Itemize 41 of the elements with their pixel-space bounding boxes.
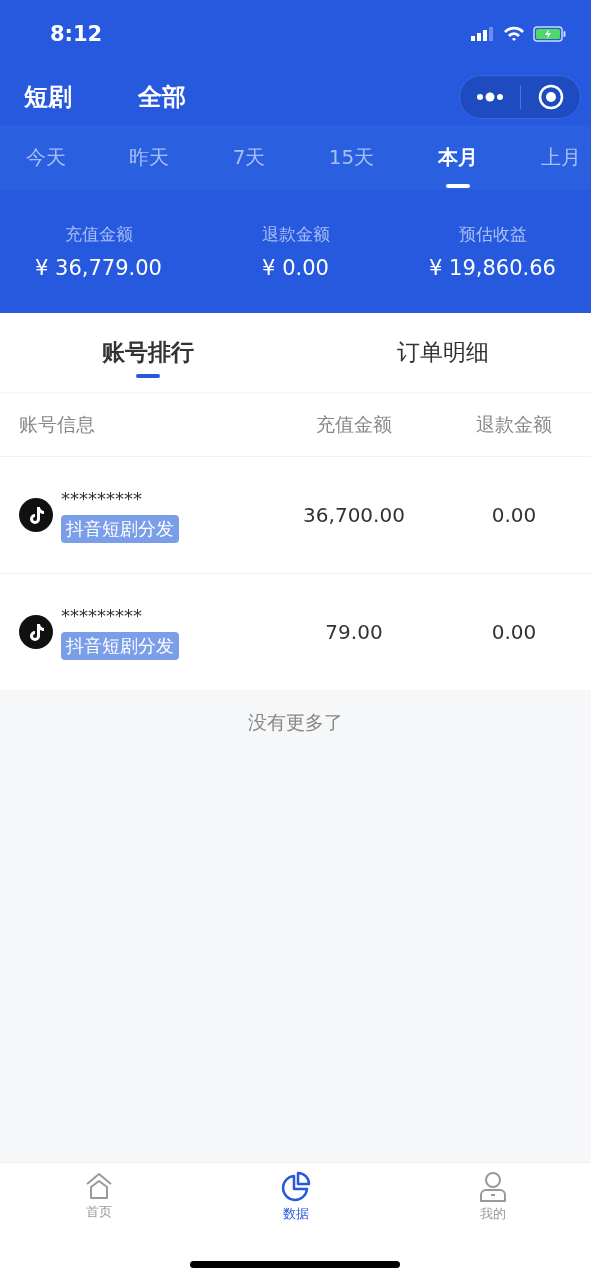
user-icon — [477, 1171, 508, 1203]
music-note-icon — [19, 615, 53, 649]
app-title: 短剧 — [24, 81, 72, 113]
status-time: 8:12 — [50, 22, 103, 46]
refund-amount: 0.00 — [490, 620, 538, 644]
period-tab[interactable]: 上月 — [541, 125, 581, 190]
column-header: 账号信息 — [19, 412, 96, 437]
battery-icon — [533, 25, 567, 43]
column-header: 退款金额 — [475, 412, 553, 437]
music-note-icon — [19, 498, 53, 532]
section-tab[interactable]: 账号排行 — [0, 313, 296, 392]
section-tab[interactable]: 订单明细 — [295, 313, 591, 392]
period-tab[interactable]: 本月 — [437, 125, 478, 190]
refund-amount: 0.00 — [490, 503, 538, 527]
nav-item[interactable]: 我的 — [394, 1163, 591, 1241]
recharge-amount: 36,700.00 — [302, 503, 406, 527]
summary-value: ¥ 36,779.00 — [35, 256, 162, 280]
end-note: 没有更多了 — [248, 710, 343, 735]
recharge-amount: 79.00 — [324, 620, 384, 644]
nav-item[interactable]: 数据 — [197, 1163, 394, 1241]
nav-item[interactable]: 首页 — [0, 1163, 197, 1241]
period-tab[interactable]: 昨天 — [129, 125, 170, 190]
wifi-icon — [503, 26, 525, 42]
account-name: ********* — [61, 487, 142, 509]
account-tag: 抖音短剧分发 — [61, 631, 179, 660]
summary-value: ¥ 19,860.66 — [429, 256, 556, 280]
signal-icon — [471, 26, 495, 42]
close-target-icon[interactable] — [537, 83, 564, 110]
summary-value: ¥ 0.00 — [262, 256, 329, 280]
period-tab[interactable]: 7天 — [232, 125, 266, 190]
period-tab[interactable]: 15天 — [328, 125, 375, 190]
column-header: 充值金额 — [315, 412, 393, 437]
summary-label: 预估收益 — [458, 223, 527, 246]
filter-selector[interactable]: 全部 — [138, 80, 186, 113]
pie-chart-icon — [279, 1171, 312, 1203]
account-tag: 抖音短剧分发 — [61, 514, 179, 543]
account-name: ********* — [61, 604, 142, 626]
more-icon[interactable] — [476, 91, 505, 102]
period-tab[interactable]: 今天 — [26, 125, 66, 190]
summary-label: 充值金额 — [64, 223, 133, 246]
summary-label: 退款金额 — [261, 223, 330, 246]
